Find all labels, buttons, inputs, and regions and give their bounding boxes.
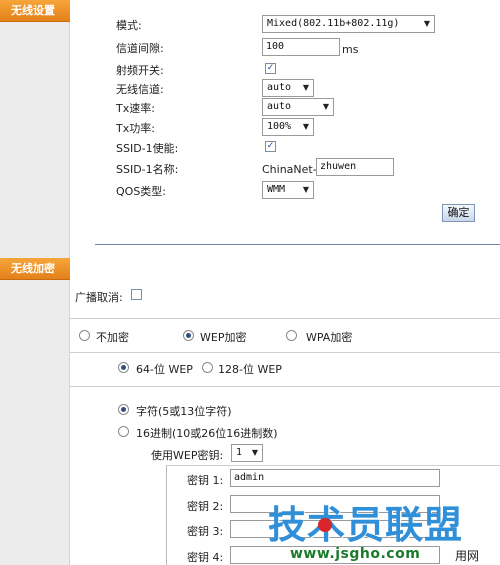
qos-value: WMM (267, 184, 286, 195)
section-divider (95, 244, 500, 245)
tx-rate-value: auto (267, 101, 292, 112)
ascii-format-radio[interactable] (118, 404, 129, 415)
broadcast-checkbox[interactable] (131, 289, 142, 300)
key-table-border (166, 465, 167, 565)
tx-power-value: 100% (267, 121, 292, 132)
wep-encryption-radio[interactable] (183, 330, 194, 341)
tx-power-select[interactable]: 100% ▼ (262, 118, 314, 136)
sidebar (0, 0, 70, 565)
qos-label: QOS类型: (116, 185, 167, 198)
chevron-down-icon: ▼ (302, 122, 309, 131)
channel-select[interactable]: auto ▼ (262, 79, 314, 97)
chevron-down-icon: ▼ (251, 448, 258, 457)
wep-encryption-label: WEP加密 (200, 331, 247, 344)
hex-format-radio[interactable] (118, 426, 129, 437)
section-header-wireless-encryption: 无线加密 (0, 258, 70, 280)
tx-power-label: Tx功率: (116, 122, 155, 135)
use-key-select[interactable]: 1 ▼ (231, 444, 263, 462)
confirm-button[interactable]: 确定 (442, 204, 475, 222)
broadcast-label: 广播取消: (75, 291, 123, 304)
use-key-value: 1 (236, 447, 243, 458)
use-key-label: 使用WEP密钥: (151, 449, 224, 462)
chevron-down-icon: ▼ (302, 83, 309, 92)
wpa-encryption-label: WPA加密 (306, 331, 353, 344)
encryption-divider (70, 318, 500, 319)
ssid-prefix: ChinaNet- (262, 163, 317, 176)
section-header-wireless-settings: 无线设置 (0, 0, 70, 22)
ssid-enable-label: SSID-1使能: (116, 142, 179, 155)
wep-128-label: 128-位 WEP (218, 363, 282, 376)
key-1-input[interactable]: admin (230, 469, 440, 487)
watermark-url: www.jsgho.com (290, 546, 421, 562)
channel-value: auto (267, 82, 292, 93)
wep-128-radio[interactable] (202, 362, 213, 373)
key-2-label: 密钥 2: (187, 500, 224, 513)
format-divider (70, 386, 500, 387)
key-3-label: 密钥 3: (187, 525, 224, 538)
ascii-format-label: 字符(5或13位字符) (136, 405, 232, 418)
beacon-unit: ms (342, 43, 359, 56)
radio-switch-label: 射频开关: (116, 64, 164, 77)
radio-switch-checkbox[interactable]: ✓ (265, 63, 276, 74)
channel-label: 无线信道: (116, 83, 164, 96)
mode-value: Mixed(802.11b+802.11g) (267, 18, 400, 29)
wep-64-radio[interactable] (118, 362, 129, 373)
beacon-input[interactable]: 100 (262, 38, 340, 56)
chevron-down-icon: ▼ (423, 19, 430, 28)
wpa-encryption-radio[interactable] (286, 330, 297, 341)
mode-label: 模式: (116, 19, 142, 32)
watermark-trailing-text: 用网 (455, 549, 480, 563)
no-encryption-radio[interactable] (79, 330, 90, 341)
qos-select[interactable]: WMM ▼ (262, 181, 314, 199)
watermark-dot-icon (318, 518, 332, 532)
mode-select[interactable]: Mixed(802.11b+802.11g) ▼ (262, 15, 435, 33)
chevron-down-icon: ▼ (302, 185, 309, 194)
ssid-enable-checkbox[interactable]: ✓ (265, 141, 276, 152)
watermark-brand: 技术员联盟 (268, 503, 464, 547)
hex-format-label: 16进制(10或26位16进制数) (136, 427, 278, 440)
tx-rate-label: Tx速率: (116, 102, 155, 115)
key-4-label: 密钥 4: (187, 551, 224, 564)
beacon-label: 信道间隙: (116, 42, 164, 55)
ssid-name-input[interactable]: zhuwen (316, 158, 394, 176)
wep-divider (70, 352, 500, 353)
key-1-label: 密钥 1: (187, 474, 224, 487)
no-encryption-label: 不加密 (96, 331, 129, 344)
tx-rate-select[interactable]: auto ▼ (262, 98, 334, 116)
key-table-top (166, 465, 500, 466)
wep-64-label: 64-位 WEP (136, 363, 193, 376)
ssid-name-label: SSID-1名称: (116, 163, 179, 176)
chevron-down-icon: ▼ (322, 102, 329, 111)
